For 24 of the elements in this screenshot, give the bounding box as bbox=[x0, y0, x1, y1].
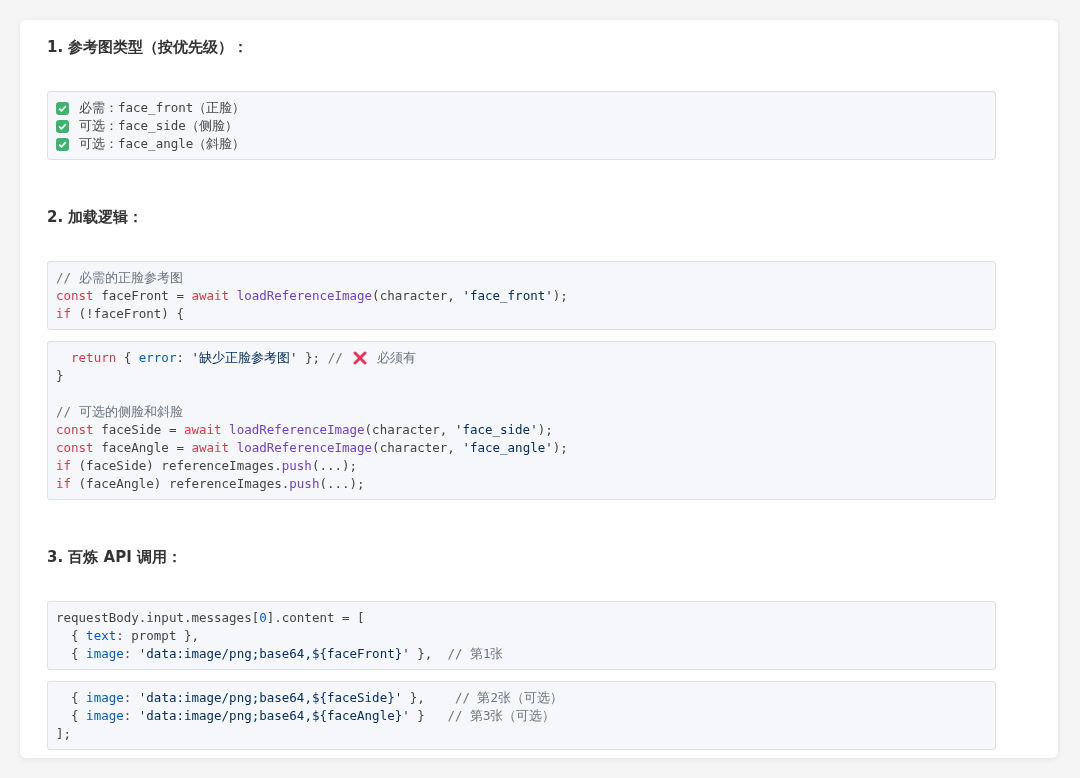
cross-icon bbox=[352, 351, 367, 365]
code-line: 必须有 bbox=[376, 349, 416, 367]
section-heading: 1. 参考图类型（按优先级）： bbox=[47, 37, 250, 58]
code-line: // 必需的正脸参考图 bbox=[56, 269, 183, 287]
code-line: { image: 'data:image/png;base64,${faceAngle}' } // 第3张（可选） bbox=[70, 707, 556, 725]
checklist-item: 必需：face_front（正脸） bbox=[79, 99, 246, 117]
code-line: { image: 'data:image/png;base64,${faceFront}' }, // 第1张 bbox=[70, 645, 504, 663]
code-line: { text: prompt }, bbox=[70, 627, 199, 645]
code-line: const faceFront = await loadReferenceImage(character, 'face_front'); bbox=[56, 287, 568, 305]
code-line: // 可选的侧脸和斜脸 bbox=[56, 403, 183, 421]
code-line: } bbox=[56, 367, 64, 385]
code-line: if (faceAngle) referenceImages.push(...); bbox=[56, 475, 365, 493]
section-heading: 2. 加载逻辑： bbox=[47, 207, 145, 228]
code-line: ]; bbox=[56, 725, 72, 743]
checklist-item: 可选：face_side（侧脸） bbox=[79, 117, 238, 135]
section-heading: 3. 百炼 API 调用： bbox=[47, 547, 183, 568]
code-line: requestBody.input.messages[0].content = [ bbox=[56, 609, 365, 627]
code-line: return { error: '缺少正脸参考图' }; // bbox=[70, 349, 343, 367]
checklist-item: 可选：face_angle（斜脸） bbox=[79, 135, 246, 153]
code-line: if (!faceFront) { bbox=[56, 305, 184, 323]
code-line: const faceAngle = await loadReferenceImage(character, 'face_angle'); bbox=[56, 439, 568, 457]
code-line: const faceSide = await loadReferenceImage(character, 'face_side'); bbox=[56, 421, 553, 439]
code-line: { image: 'data:image/png;base64,${faceSide}' }, // 第2张（可选） bbox=[70, 689, 563, 707]
code-line: if (faceSide) referenceImages.push(...); bbox=[56, 457, 358, 475]
